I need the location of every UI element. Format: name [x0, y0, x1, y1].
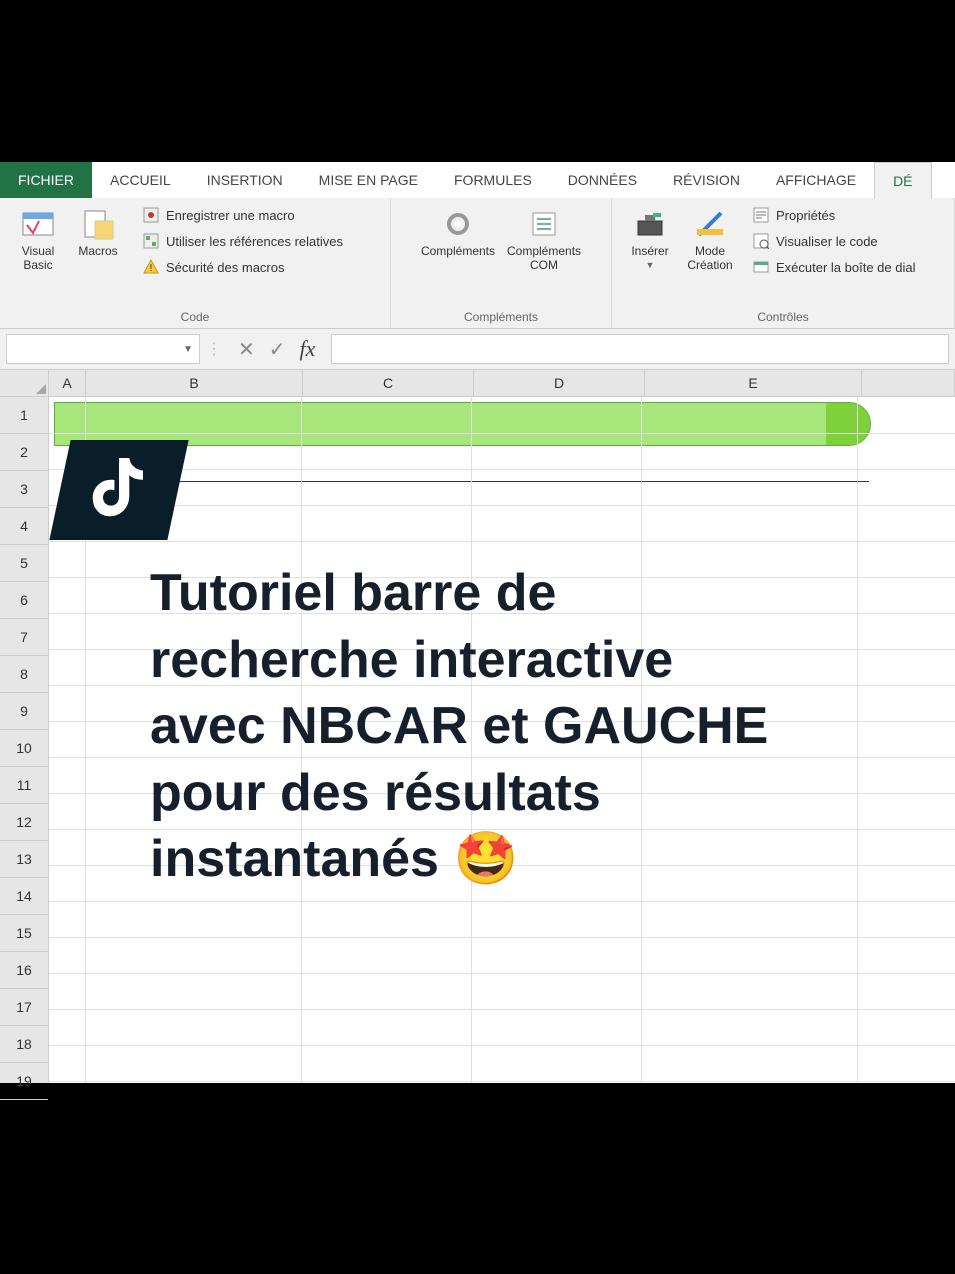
view-code-icon	[752, 232, 770, 250]
mode-creation-button[interactable]: Mode Création	[680, 202, 740, 276]
star-struck-emoji-icon: 🤩	[453, 830, 518, 888]
group-label-controles: Contrôles	[612, 308, 954, 328]
run-dialog-icon	[752, 258, 770, 276]
row-header[interactable]: 8	[0, 656, 48, 693]
row-header[interactable]: 7	[0, 619, 48, 656]
row-header[interactable]: 6	[0, 582, 48, 619]
tab-formules[interactable]: FORMULES	[436, 162, 550, 198]
tiktok-logo	[49, 440, 188, 540]
row-header[interactable]: 10	[0, 730, 48, 767]
row-header[interactable]: 17	[0, 989, 48, 1026]
row-header[interactable]: 11	[0, 767, 48, 804]
select-all-button[interactable]	[0, 370, 49, 396]
column-header[interactable]: E	[645, 370, 862, 396]
column-header[interactable]: A	[49, 370, 86, 396]
inserer-button[interactable]: Insérer ▼	[620, 202, 680, 276]
ribbon: Visual Basic Macros Enregistrer une macr…	[0, 198, 955, 329]
proprietes-button[interactable]: Propriétés	[748, 204, 919, 226]
row-header[interactable]: 16	[0, 952, 48, 989]
references-relatives-button[interactable]: Utiliser les références relatives	[138, 230, 347, 252]
properties-icon	[752, 206, 770, 224]
formula-input[interactable]	[331, 334, 949, 364]
row-header[interactable]: 5	[0, 545, 48, 582]
tab-insertion[interactable]: INSERTION	[189, 162, 301, 198]
toolbox-icon	[632, 206, 668, 242]
column-headers: ABCDE	[0, 370, 955, 397]
group-code: Visual Basic Macros Enregistrer une macr…	[0, 198, 391, 328]
ribbon-tabs: FICHIER ACCUEIL INSERTION MISE EN PAGE F…	[0, 162, 955, 198]
visualiser-code-button[interactable]: Visualiser le code	[748, 230, 919, 252]
row-header[interactable]: 13	[0, 841, 48, 878]
tab-donnees[interactable]: DONNÉES	[550, 162, 655, 198]
row-header[interactable]: 3	[0, 471, 48, 508]
tab-mise-en-page[interactable]: MISE EN PAGE	[301, 162, 436, 198]
securite-macros-button[interactable]: ! Sécurité des macros	[138, 256, 347, 278]
row-header[interactable]: 14	[0, 878, 48, 915]
group-controles: Insérer ▼ Mode Création Propriétés Visua…	[612, 198, 955, 328]
name-box-dropdown-icon[interactable]: ▼	[183, 344, 193, 355]
row-header[interactable]: 9	[0, 693, 48, 730]
tab-fichier[interactable]: FICHIER	[0, 162, 92, 198]
row-headers: 12345678910111213141516171819	[0, 397, 49, 1083]
underline-border	[157, 481, 869, 482]
tab-accueil[interactable]: ACCUEIL	[92, 162, 189, 198]
visual-basic-icon	[20, 206, 56, 242]
column-header[interactable]: C	[303, 370, 474, 396]
visual-basic-button[interactable]: Visual Basic	[8, 202, 68, 276]
macro-security-icon: !	[142, 258, 160, 276]
complements-com-button[interactable]: Compléments COM	[501, 202, 587, 276]
name-box[interactable]: ▼	[6, 334, 200, 364]
group-label-complements: Compléments	[391, 308, 611, 328]
executer-dialogue-button[interactable]: Exécuter la boîte de dial	[748, 256, 919, 278]
fx-icon[interactable]: fx	[300, 336, 316, 362]
macros-button[interactable]: Macros	[68, 202, 128, 262]
row-header[interactable]: 18	[0, 1026, 48, 1063]
cancel-formula-icon[interactable]: ✕	[238, 337, 255, 362]
svg-text:!: !	[150, 263, 153, 274]
group-complements: Compléments Compléments COM Compléments	[391, 198, 612, 328]
complements-button[interactable]: Compléments	[415, 202, 501, 262]
enter-formula-icon[interactable]: ✓	[269, 337, 286, 362]
row-header[interactable]: 1	[0, 397, 48, 434]
row-header[interactable]: 12	[0, 804, 48, 841]
com-addins-icon	[526, 206, 562, 242]
column-header[interactable]: D	[474, 370, 645, 396]
design-mode-icon	[692, 206, 728, 242]
column-header[interactable]: B	[86, 370, 303, 396]
gear-icon	[440, 206, 476, 242]
enregistrer-macro-button[interactable]: Enregistrer une macro	[138, 204, 347, 226]
relative-refs-icon	[142, 232, 160, 250]
row-header[interactable]: 2	[0, 434, 48, 471]
caption-overlay: Tutoriel barre de recherche interactive …	[150, 560, 790, 893]
record-macro-icon	[142, 206, 160, 224]
tab-affichage[interactable]: AFFICHAGE	[758, 162, 874, 198]
row-header[interactable]: 4	[0, 508, 48, 545]
formula-bar: ▼ ⋮ ✕ ✓ fx	[0, 329, 955, 370]
row-header[interactable]: 15	[0, 915, 48, 952]
macros-icon	[80, 206, 116, 242]
group-label-code: Code	[0, 308, 390, 328]
tab-developpeur[interactable]: DÉ	[874, 162, 931, 199]
tab-revision[interactable]: RÉVISION	[655, 162, 758, 198]
row-header[interactable]: 19	[0, 1063, 48, 1100]
